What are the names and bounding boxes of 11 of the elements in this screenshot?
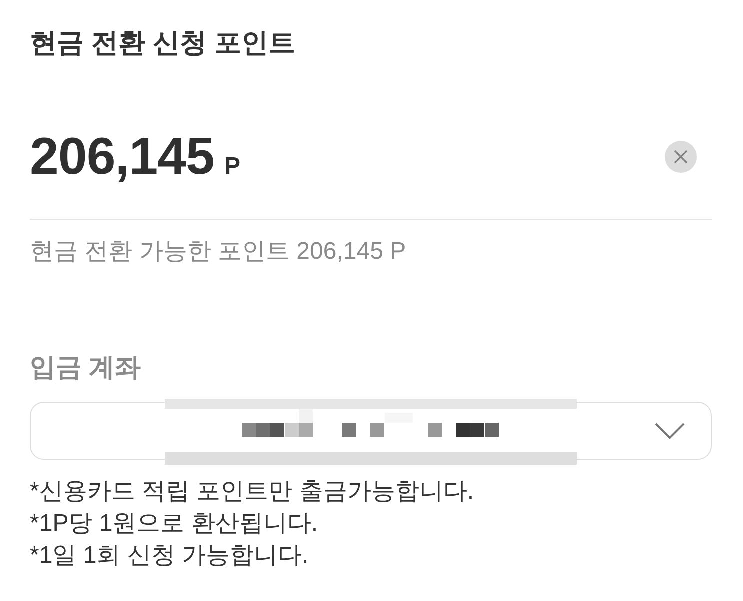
amount-value: 206,145 xyxy=(30,130,214,182)
notice-text: *1P당 1원으로 환산됩니다. xyxy=(30,509,318,539)
section-title: 현금 전환 신청 포인트 xyxy=(30,27,296,60)
amount-field[interactable]: 206,145 P xyxy=(30,100,712,220)
clear-icon[interactable] xyxy=(665,140,697,172)
notice-text: *1일 1회 신청 가능합니다. xyxy=(30,541,309,571)
account-label: 입금 계좌 xyxy=(30,351,142,384)
available-points-text: 현금 전환 가능한 포인트 206,145 P xyxy=(30,237,406,267)
chevron-down-icon xyxy=(655,423,685,439)
amount-unit: P xyxy=(224,154,240,178)
notice-text: *신용카드 적립 포인트만 출금가능합니다. xyxy=(30,477,474,507)
